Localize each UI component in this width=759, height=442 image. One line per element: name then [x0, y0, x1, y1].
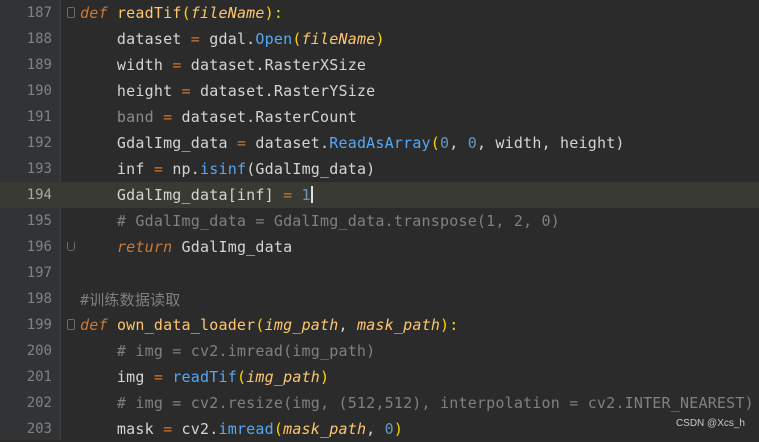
code-line[interactable]: 190 height = dataset.RasterYSize: [0, 78, 759, 104]
code-text: def own_data_loader(img_path, mask_path)…: [80, 316, 459, 334]
line-number: 191: [26, 109, 52, 125]
line-number: 187: [26, 5, 52, 21]
line-number: 188: [26, 31, 52, 47]
line-number: 199: [26, 317, 52, 333]
line-number: 198: [26, 291, 52, 307]
code-line[interactable]: 196 return GdalImg_data: [0, 234, 759, 260]
code-text: mask = cv2.imread(mask_path, 0): [80, 420, 404, 438]
code-text: def readTif(fileName):: [80, 4, 284, 22]
code-comment: # GdalImg_data = GdalImg_data.transpose(…: [80, 212, 560, 230]
line-number: 197: [26, 265, 52, 281]
line-number: 192: [26, 135, 52, 151]
code-line[interactable]: 200 # img = cv2.imread(img_path): [0, 338, 759, 364]
fold-icon[interactable]: [67, 7, 75, 18]
line-number: 203: [26, 421, 52, 437]
code-text: GdalImg_data[inf] = 1: [80, 186, 313, 204]
watermark: CSDN @Xcs_h: [675, 418, 745, 429]
code-text: img = readTif(img_path): [80, 368, 330, 386]
line-number: 202: [26, 395, 52, 411]
code-line[interactable]: 191 band = dataset.RasterCount: [0, 104, 759, 130]
code-comment: # img = cv2.resize(img, (512,512), inter…: [80, 394, 754, 412]
code-text: GdalImg_data = dataset.ReadAsArray(0, 0,…: [80, 134, 625, 152]
code-line[interactable]: 202 # img = cv2.resize(img, (512,512), i…: [0, 390, 759, 416]
code-line[interactable]: 192 GdalImg_data = dataset.ReadAsArray(0…: [0, 130, 759, 156]
code-line[interactable]: 199 def own_data_loader(img_path, mask_p…: [0, 312, 759, 338]
code-line[interactable]: 198 #训练数据读取: [0, 286, 759, 312]
code-line[interactable]: 195 # GdalImg_data = GdalImg_data.transp…: [0, 208, 759, 234]
line-number: 194: [26, 187, 52, 203]
code-text: inf = np.isinf(GdalImg_data): [80, 160, 376, 178]
code-text: height = dataset.RasterYSize: [80, 82, 376, 100]
code-line[interactable]: 203 mask = cv2.imread(mask_path, 0): [0, 416, 759, 442]
text-cursor: [310, 186, 313, 203]
code-text: band = dataset.RasterCount: [80, 108, 357, 126]
code-line[interactable]: 193 inf = np.isinf(GdalImg_data): [0, 156, 759, 182]
code-line-current[interactable]: 194 GdalImg_data[inf] = 1: [0, 182, 759, 208]
line-number: 201: [26, 369, 52, 385]
code-comment: # img = cv2.imread(img_path): [80, 342, 376, 360]
fold-icon[interactable]: [67, 319, 75, 330]
line-number: 190: [26, 83, 52, 99]
code-line[interactable]: 201 img = readTif(img_path): [0, 364, 759, 390]
fold-end-icon[interactable]: [67, 242, 75, 251]
code-line[interactable]: 187 def readTif(fileName):: [0, 0, 759, 26]
code-line[interactable]: 188 dataset = gdal.Open(fileName): [0, 26, 759, 52]
line-number: 195: [26, 213, 52, 229]
code-line[interactable]: 197: [0, 260, 759, 286]
code-comment: #训练数据读取: [80, 290, 181, 309]
code-text: width = dataset.RasterXSize: [80, 56, 367, 74]
line-number: 189: [26, 57, 52, 73]
line-number: 193: [26, 161, 52, 177]
code-text: return GdalImg_data: [116, 238, 293, 256]
line-number: 196: [26, 239, 52, 255]
code-editor[interactable]: 187 def readTif(fileName): 188 dataset =…: [0, 0, 759, 440]
code-text: dataset = gdal.Open(fileName): [80, 30, 385, 48]
line-number: 200: [26, 343, 52, 359]
code-line[interactable]: 189 width = dataset.RasterXSize: [0, 52, 759, 78]
